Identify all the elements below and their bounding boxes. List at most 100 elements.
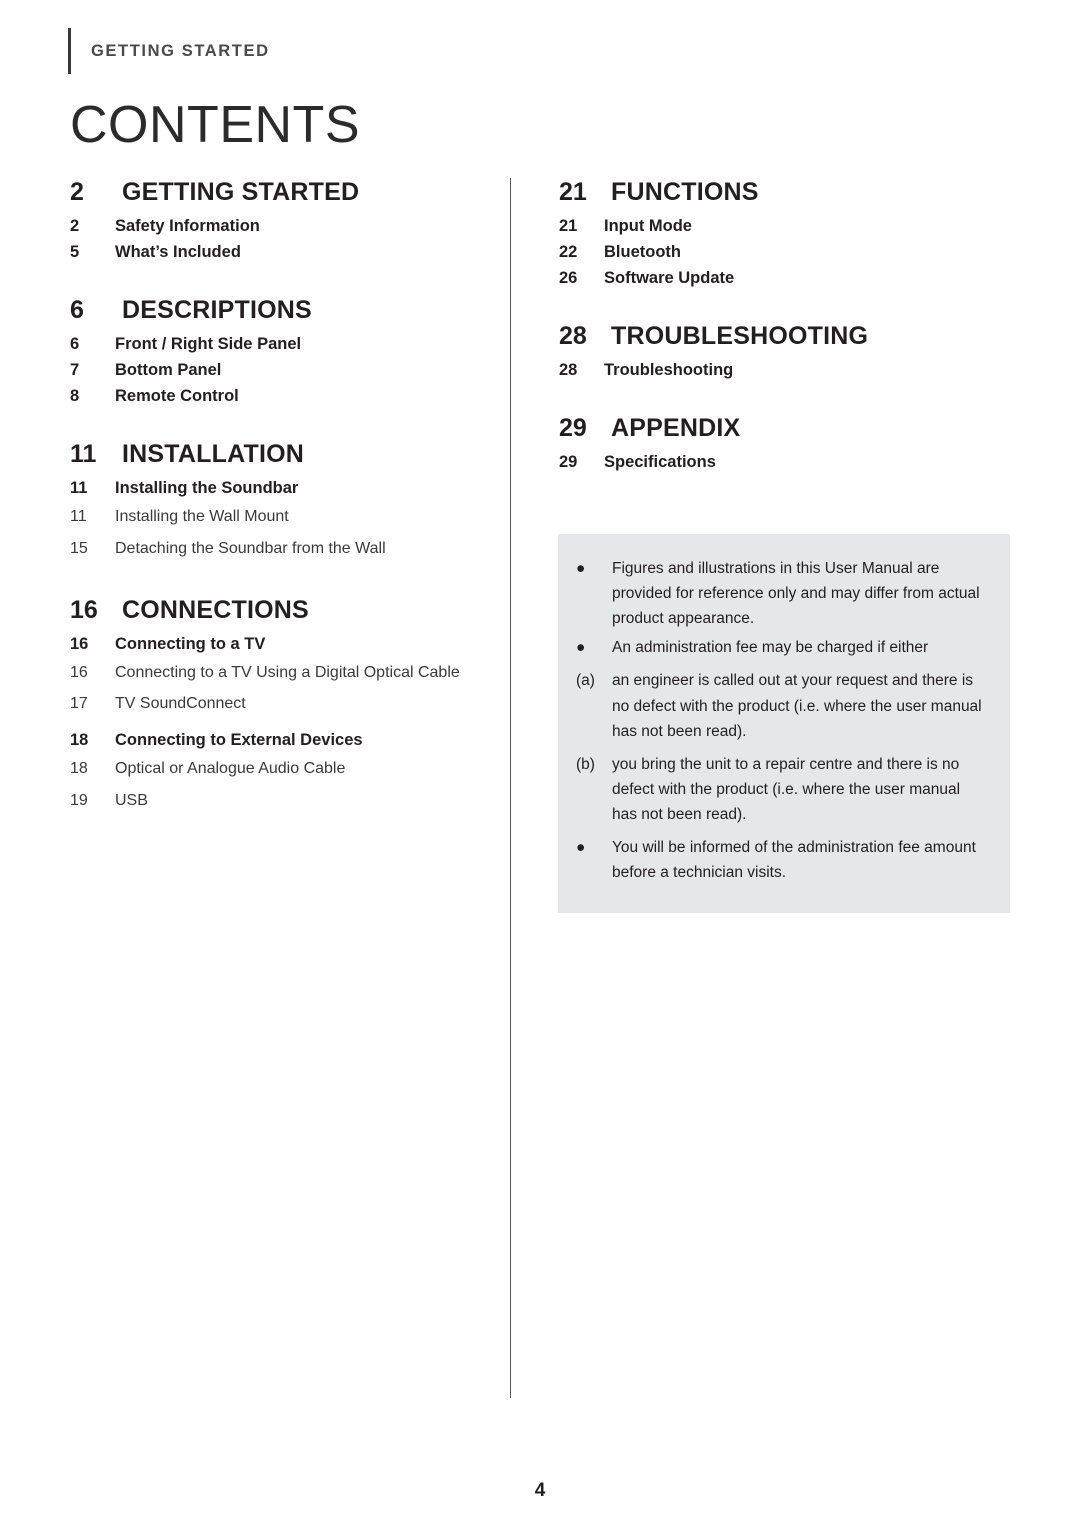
page-header: GETTING STARTED: [68, 28, 270, 74]
toc-subentry-label: What’s Included: [115, 243, 241, 261]
toc-item-detaching-the-soundbar[interactable]: 15 Detaching the Soundbar from the Wall: [70, 537, 500, 562]
toc-item-installing-the-wall-mount[interactable]: 11 Installing the Wall Mount: [70, 505, 500, 530]
toc-subentry-installing-the-soundbar[interactable]: 11 Installing the Soundbar: [70, 479, 500, 498]
contents-column-right: 21 FUNCTIONS 21 Input Mode 22 Bluetooth …: [511, 178, 1010, 1398]
toc-subentry-label: Troubleshooting: [604, 361, 734, 379]
toc-subentry-page: 11: [70, 479, 88, 497]
toc-subentry-troubleshooting[interactable]: 28 Troubleshooting: [559, 361, 1010, 380]
header-eyebrow-label: GETTING STARTED: [91, 41, 270, 60]
toc-subentry-label: Bottom Panel: [115, 361, 222, 379]
bullet-icon: ●: [576, 560, 586, 577]
contents-columns: 2 GETTING STARTED 2 Safety Information 5…: [70, 178, 1010, 1398]
notice-text: You will be informed of the administrati…: [612, 839, 976, 882]
toc-section-page: 2: [70, 178, 84, 206]
toc-subentry-label: Connecting to External Devices: [115, 731, 363, 750]
toc-item-page: 18: [70, 760, 88, 778]
toc-subentry-label: Front / Right Side Panel: [115, 335, 302, 353]
toc-subentry-label: Specifications: [604, 453, 716, 471]
notice-text: An administration fee may be charged if …: [612, 639, 929, 657]
toc-item-page: 11: [70, 508, 87, 525]
toc-item-label: Connecting to a TV Using a Digital Optic…: [115, 663, 460, 681]
toc-section-label: INSTALLATION: [122, 440, 305, 468]
toc-item-label: Detaching the Soundbar from the Wall: [115, 539, 386, 557]
toc-subentry-page: 21: [559, 217, 578, 235]
toc-section-label: GETTING STARTED: [122, 178, 360, 206]
toc-section-descriptions[interactable]: 6 DESCRIPTIONS: [70, 296, 500, 325]
header-divider-rule: [68, 28, 71, 74]
toc-subentry-label: Input Mode: [604, 217, 692, 235]
list-marker-b: (b): [576, 755, 595, 773]
toc-section-functions[interactable]: 21 FUNCTIONS: [559, 178, 1010, 207]
toc-item-connecting-tv-digital-optical-cable[interactable]: 16 Connecting to a TV Using a Digital Op…: [70, 661, 500, 686]
contents-column-left: 2 GETTING STARTED 2 Safety Information 5…: [70, 178, 510, 1398]
toc-subentry-page: 29: [559, 453, 578, 471]
toc-section-connections[interactable]: 16 CONNECTIONS: [70, 596, 500, 625]
toc-subentry-page: 5: [70, 243, 80, 261]
page-title: CONTENTS: [70, 96, 360, 154]
notice-line: ● Figures and illustrations in this User…: [576, 556, 986, 631]
toc-subentry-bluetooth[interactable]: 22 Bluetooth: [559, 243, 1010, 262]
page-number: 4: [534, 1480, 546, 1501]
toc-section-page: 11: [70, 440, 97, 468]
toc-subentry-connecting-to-a-tv[interactable]: 16 Connecting to a TV: [70, 635, 500, 654]
toc-section-troubleshooting[interactable]: 28 TROUBLESHOOTING: [559, 322, 1010, 351]
toc-item-label: TV SoundConnect: [115, 695, 246, 713]
toc-item-label: USB: [115, 791, 148, 809]
toc-section-label: DESCRIPTIONS: [122, 296, 312, 324]
toc-item-label: Optical or Analogue Audio Cable: [115, 760, 346, 778]
toc-item-tv-soundconnect[interactable]: 17 TV SoundConnect: [70, 692, 500, 717]
notice-line: ● You will be informed of the administra…: [576, 835, 986, 885]
toc-subentry-page: 28: [559, 361, 578, 379]
bullet-icon: ●: [576, 839, 586, 857]
toc-subentry-safety-information[interactable]: 2 Safety Information: [70, 217, 500, 236]
toc-item-page: 16: [70, 663, 88, 681]
notice-text: Figures and illustrations in this User M…: [612, 560, 980, 628]
toc-section-page: 28: [559, 322, 587, 350]
toc-section-getting-started[interactable]: 2 GETTING STARTED: [70, 178, 500, 207]
toc-subentry-label: Bluetooth: [604, 243, 681, 261]
toc-section-label: TROUBLESHOOTING: [611, 322, 869, 350]
toc-subentry-page: 22: [559, 243, 578, 261]
toc-subentry-label: Installing the Soundbar: [115, 479, 299, 497]
toc-item-usb[interactable]: 19 USB: [70, 789, 500, 814]
toc-subentry-whats-included[interactable]: 5 What’s Included: [70, 243, 500, 262]
toc-item-page: 19: [70, 791, 88, 809]
toc-subentry-page: 7: [70, 361, 80, 379]
toc-subentry-page: 8: [70, 387, 80, 405]
toc-section-page: 16: [70, 595, 98, 624]
bullet-icon: ●: [576, 639, 586, 657]
toc-item-optical-or-analogue-audio-cable[interactable]: 18 Optical or Analogue Audio Cable: [70, 757, 500, 782]
toc-subentry-remote-control[interactable]: 8 Remote Control: [70, 387, 500, 406]
toc-subentry-specifications[interactable]: 29 Specifications: [559, 453, 1010, 472]
toc-section-installation[interactable]: 11 INSTALLATION: [70, 440, 500, 469]
toc-subentry-page: 18: [70, 731, 89, 750]
toc-section-label: FUNCTIONS: [611, 178, 759, 206]
toc-section-label: CONNECTIONS: [122, 595, 309, 624]
notice-box: ● Figures and illustrations in this User…: [558, 534, 1010, 914]
notice-text: an engineer is called out at your reques…: [612, 672, 982, 740]
toc-section-label: APPENDIX: [611, 414, 741, 442]
toc-subentry-page: 2: [70, 217, 80, 235]
toc-subentry-bottom-panel[interactable]: 7 Bottom Panel: [70, 361, 500, 380]
toc-subentry-software-update[interactable]: 26 Software Update: [559, 269, 1010, 288]
toc-subentry-front-right-side-panel[interactable]: 6 Front / Right Side Panel: [70, 335, 500, 354]
toc-section-page: 21: [559, 178, 587, 206]
toc-subentry-input-mode[interactable]: 21 Input Mode: [559, 217, 1010, 236]
toc-item-label: Installing the Wall Mount: [115, 508, 289, 525]
notice-text: you bring the unit to a repair centre an…: [612, 755, 961, 823]
toc-subentry-label: Safety Information: [115, 217, 260, 235]
toc-subentry-page: 6: [70, 335, 80, 353]
notice-line: ● An administration fee may be charged i…: [576, 635, 986, 660]
toc-item-page: 15: [70, 539, 88, 557]
toc-subentry-connecting-to-external-devices[interactable]: 18 Connecting to External Devices: [70, 731, 500, 750]
notice-line: (a) an engineer is called out at your re…: [576, 668, 986, 743]
toc-subentry-label: Remote Control: [115, 387, 239, 405]
toc-subentry-label: Software Update: [604, 269, 735, 287]
toc-subentry-page: 16: [70, 634, 89, 653]
toc-subentry-label: Connecting to a TV: [115, 634, 266, 653]
toc-section-appendix[interactable]: 29 APPENDIX: [559, 414, 1010, 443]
toc-section-page: 29: [559, 414, 587, 442]
list-marker-a: (a): [576, 672, 595, 690]
toc-section-page: 6: [70, 296, 84, 324]
toc-item-page: 17: [70, 695, 88, 713]
